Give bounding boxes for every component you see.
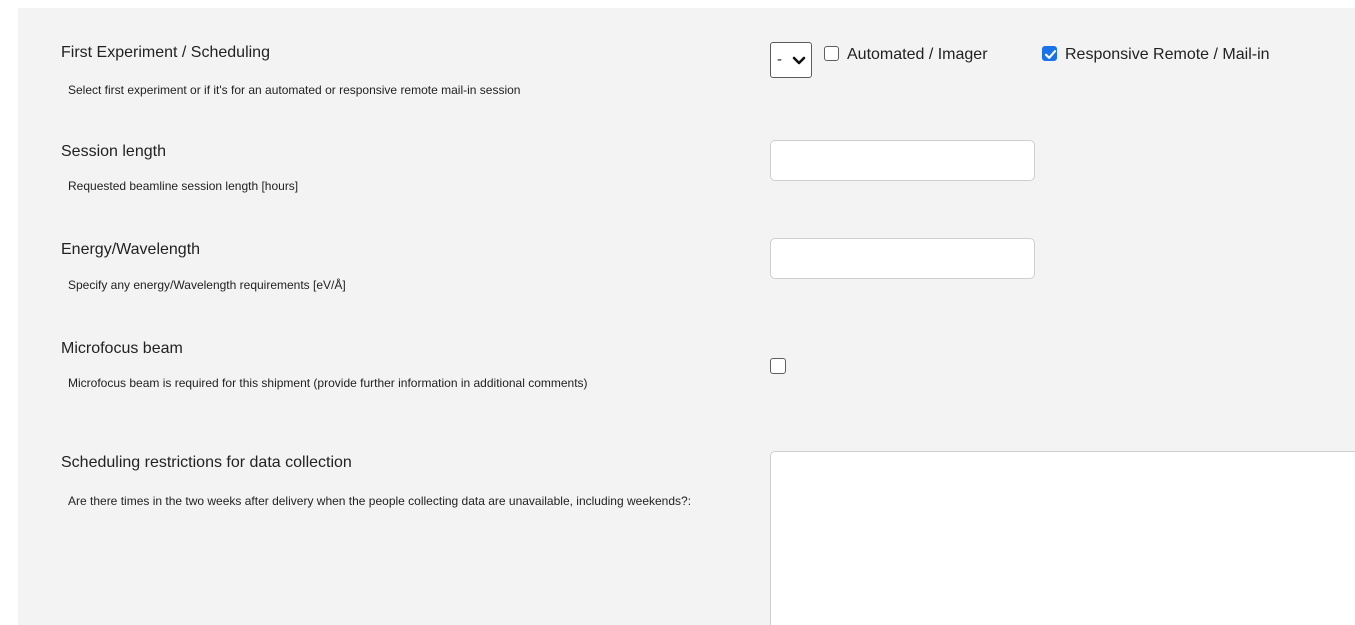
energy-description: Specify any energy/Wavelength requiremen… bbox=[68, 278, 346, 292]
energy-input[interactable] bbox=[770, 238, 1035, 279]
scheduling-restrictions-textarea[interactable] bbox=[770, 451, 1355, 625]
session-length-input[interactable] bbox=[770, 140, 1035, 181]
first-experiment-description: Select first experiment or if it's for a… bbox=[68, 83, 521, 97]
first-experiment-select[interactable]: - bbox=[770, 42, 812, 78]
session-length-description: Requested beamline session length [hours… bbox=[68, 179, 299, 193]
microfocus-checkbox[interactable] bbox=[770, 358, 786, 374]
scheduling-restrictions-description: Are there times in the two weeks after d… bbox=[68, 494, 692, 508]
microfocus-description: Microfocus beam is required for this shi… bbox=[68, 376, 588, 390]
energy-label: Energy/Wavelength bbox=[61, 241, 201, 258]
responsive-remote-label: Responsive Remote / Mail-in bbox=[1065, 46, 1270, 63]
scheduling-restrictions-label: Scheduling restrictions for data collect… bbox=[61, 454, 352, 471]
session-length-label: Session length bbox=[61, 143, 166, 160]
first-experiment-label: First Experiment / Scheduling bbox=[61, 44, 270, 61]
microfocus-label: Microfocus beam bbox=[61, 340, 183, 357]
form-panel: First Experiment / Scheduling Select fir… bbox=[18, 8, 1355, 625]
checkmark-icon bbox=[1044, 50, 1057, 59]
select-value: - bbox=[777, 51, 782, 68]
chevron-down-icon bbox=[792, 56, 806, 65]
responsive-remote-checkbox[interactable] bbox=[1042, 46, 1057, 61]
automated-imager-checkbox[interactable] bbox=[824, 46, 839, 61]
automated-imager-label: Automated / Imager bbox=[847, 46, 988, 63]
